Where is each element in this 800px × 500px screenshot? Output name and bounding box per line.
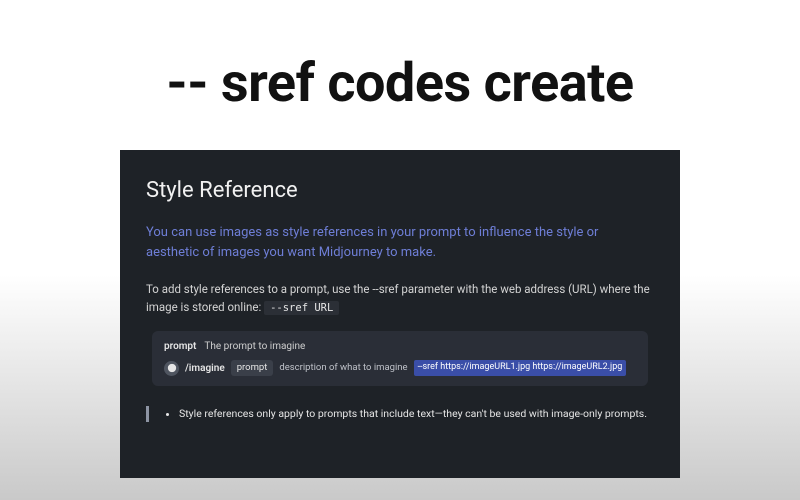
prompt-description: description of what to imagine (279, 361, 407, 375)
inline-code-sref: --sref URL (264, 301, 339, 315)
discord-icon (164, 361, 179, 376)
doc-instruction-prefix: To add style references to a prompt, use… (146, 282, 650, 314)
prompt-highlight-sref: --sref https://imageURL1.jpg https://ima… (414, 360, 627, 376)
doc-section-title: Style Reference (146, 174, 654, 207)
prompt-row-hint: prompt The prompt to imagine (164, 339, 636, 354)
doc-note-list: Style references only apply to prompts t… (163, 406, 654, 422)
prompt-hint-text: The prompt to imagine (204, 339, 305, 354)
prompt-row-command: /imagine prompt description of what to i… (164, 360, 636, 376)
slash-command: /imagine (185, 361, 225, 376)
doc-intro-text: You can use images as style references i… (146, 223, 654, 263)
page-root: -- sref codes create Style Reference You… (0, 0, 800, 500)
prompt-tag-label: prompt (164, 339, 196, 354)
prompt-chip: prompt (231, 360, 274, 376)
doc-instruction-text: To add style references to a prompt, use… (146, 281, 654, 317)
slide-headline: -- sref codes create (0, 52, 800, 115)
doc-note-item: Style references only apply to prompts t… (179, 406, 654, 422)
prompt-example-box: prompt The prompt to imagine /imagine pr… (152, 331, 648, 386)
doc-note-block: Style references only apply to prompts t… (146, 406, 654, 422)
doc-card: Style Reference You can use images as st… (120, 150, 680, 478)
